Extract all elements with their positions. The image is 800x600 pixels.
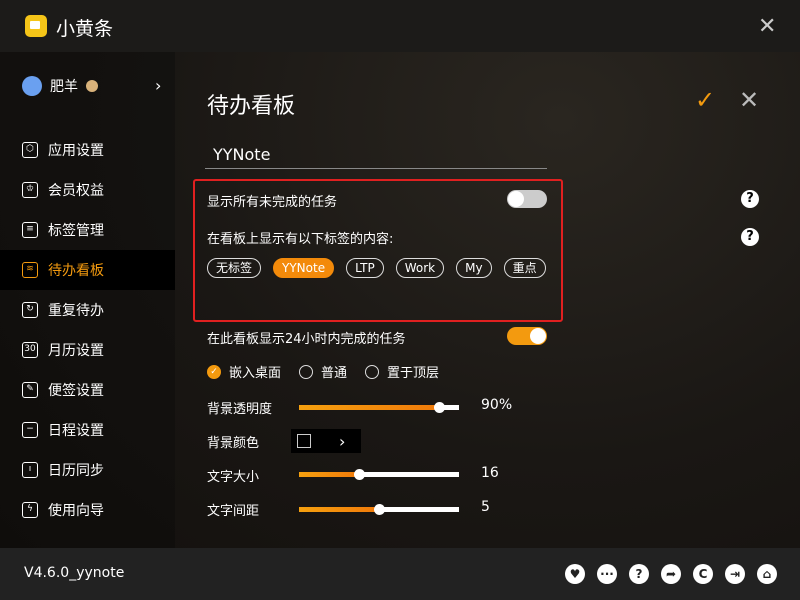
app-logo-icon xyxy=(25,15,47,37)
tag-chip[interactable]: 重点 xyxy=(503,258,546,278)
radio-indicator xyxy=(299,364,314,379)
schedule-icon: − xyxy=(22,422,38,438)
radio-label: 嵌入桌面 xyxy=(229,366,282,381)
mode-radio-0[interactable]: ✓ 嵌入桌面 xyxy=(207,362,281,381)
tag-chip[interactable]: My xyxy=(456,258,492,278)
tag-list: 无标签 YYNote LTP Work My 重点 xyxy=(207,258,547,278)
board-name-input[interactable] xyxy=(205,140,547,169)
hexagon-icon: ⬡ xyxy=(22,142,38,158)
sidebar-item-3[interactable]: ≋ 待办看板 xyxy=(0,250,175,290)
avatar xyxy=(22,76,42,96)
opacity-label: 背景透明度 xyxy=(207,402,273,417)
sidebar-item-label: 月历设置 xyxy=(48,343,104,359)
show-all-label: 显示所有未完成的任务 xyxy=(207,195,338,210)
sidebar: 肥羊 › ⬡ 应用设置 ♔ 会员权益 ≡ 标签管理 ≋ 待办看板 ↻ 重复待办 30 月历设置 ✎ 便签设… xyxy=(0,52,175,548)
sidebar-item-2[interactable]: ≡ 标签管理 xyxy=(0,210,175,250)
version-label: V4.6.0_yynote xyxy=(24,565,125,581)
app-title: 小黄条 xyxy=(56,18,114,40)
spacing-label: 文字间距 xyxy=(207,504,260,519)
guide-icon: ϟ xyxy=(22,502,38,518)
calendar-30-icon: 30 xyxy=(22,342,38,358)
show-24h-label: 在此看板显示24小时内完成的任务 xyxy=(207,332,406,347)
slider-fill[interactable] xyxy=(299,472,359,477)
vip-badge-icon xyxy=(86,80,98,92)
sidebar-item-label: 日历同步 xyxy=(48,463,104,479)
main-panel: 待办看板 ✓ ✕ 显示所有未完成的任务 ? 在看板上显示有以下标签的内容: ? … xyxy=(175,52,800,548)
opacity-slider[interactable] xyxy=(299,402,459,413)
help-icon[interactable]: ? xyxy=(741,190,759,208)
user-name: 肥羊 xyxy=(50,79,78,95)
sidebar-item-label: 使用向导 xyxy=(48,503,104,519)
help-icon[interactable]: ? xyxy=(629,564,649,584)
display-mode-group: ✓ 嵌入桌面 普通 置于顶层 xyxy=(207,362,439,381)
repeat-icon: ↻ xyxy=(22,302,38,318)
bg-color-picker[interactable]: › xyxy=(291,429,361,453)
spacing-value: 5 xyxy=(481,499,490,515)
exit-icon[interactable]: ⇥ xyxy=(725,564,745,584)
refresh-icon[interactable]: C xyxy=(693,564,713,584)
color-swatch xyxy=(297,434,311,448)
slider-thumb[interactable] xyxy=(354,469,365,480)
spacing-slider[interactable] xyxy=(299,504,459,515)
slider-thumb[interactable] xyxy=(374,504,385,515)
sidebar-item-label: 重复待办 xyxy=(48,303,104,319)
bg-color-label: 背景颜色 xyxy=(207,436,260,451)
sidebar-item-7[interactable]: − 日程设置 xyxy=(0,410,175,450)
tag-chip[interactable]: Work xyxy=(395,258,445,278)
radio-indicator xyxy=(365,364,380,379)
show-all-toggle[interactable] xyxy=(507,190,547,208)
close-window-button[interactable]: ✕ xyxy=(758,14,776,39)
mode-radio-1[interactable]: 普通 xyxy=(299,362,347,381)
confirm-check-button[interactable]: ✓ xyxy=(695,86,715,114)
sidebar-item-0[interactable]: ⬡ 应用设置 xyxy=(0,130,175,170)
sidebar-item-label: 日程设置 xyxy=(48,423,104,439)
chevron-right-icon[interactable]: › xyxy=(155,76,161,95)
help-icon[interactable]: ? xyxy=(741,228,759,246)
sidebar-item-4[interactable]: ↻ 重复待办 xyxy=(0,290,175,330)
mode-radio-2[interactable]: 置于顶层 xyxy=(365,362,439,381)
sidebar-item-5[interactable]: 30 月历设置 xyxy=(0,330,175,370)
font-size-slider[interactable] xyxy=(299,469,459,480)
footer-bar: V4.6.0_yynote ♥ ···? ➦ C ⇥ ⌂ xyxy=(0,548,800,600)
tag-list-icon: ≡ xyxy=(22,222,38,238)
calendar-sync-icon: ı xyxy=(22,462,38,478)
radio-indicator: ✓ xyxy=(207,364,221,379)
sidebar-item-6[interactable]: ✎ 便签设置 xyxy=(0,370,175,410)
note-edit-icon: ✎ xyxy=(22,382,38,398)
font-size-value: 16 xyxy=(481,465,499,481)
sidebar-item-8[interactable]: ı 日历同步 xyxy=(0,450,175,490)
home-icon[interactable]: ⌂ xyxy=(757,564,777,584)
radio-label: 置于顶层 xyxy=(387,366,440,381)
heart-icon[interactable]: ♥ xyxy=(565,564,585,584)
show-24h-toggle[interactable] xyxy=(507,327,547,345)
tags-label: 在看板上显示有以下标签的内容: xyxy=(207,232,394,247)
sidebar-nav: ⬡ 应用设置 ♔ 会员权益 ≡ 标签管理 ≋ 待办看板 ↻ 重复待办 30 月历设置 ✎ 便签设置 − 日程设… xyxy=(0,130,175,530)
sidebar-item-label: 标签管理 xyxy=(48,223,104,239)
chevron-right-icon: › xyxy=(339,431,346,451)
tag-chip[interactable]: YYNote xyxy=(273,258,335,278)
user-profile[interactable]: 肥羊 xyxy=(22,76,98,96)
slider-fill[interactable] xyxy=(299,405,439,410)
font-size-label: 文字大小 xyxy=(207,470,260,485)
page-title: 待办看板 xyxy=(207,94,296,119)
sidebar-item-label: 便签设置 xyxy=(48,383,104,399)
cancel-close-button[interactable]: ✕ xyxy=(739,86,759,114)
layers-icon: ≋ xyxy=(22,262,38,278)
share-icon[interactable]: ➦ xyxy=(661,564,681,584)
radio-label: 普通 xyxy=(321,366,348,381)
sidebar-item-label: 会员权益 xyxy=(48,183,104,199)
slider-thumb[interactable] xyxy=(434,402,445,413)
opacity-value: 90% xyxy=(481,397,513,413)
crown-icon: ♔ xyxy=(22,182,38,198)
tag-chip[interactable]: 无标签 xyxy=(207,258,262,278)
sidebar-item-9[interactable]: ϟ 使用向导 xyxy=(0,490,175,530)
chat-icon[interactable]: ··· xyxy=(597,564,617,584)
sidebar-item-1[interactable]: ♔ 会员权益 xyxy=(0,170,175,210)
sidebar-item-label: 应用设置 xyxy=(48,143,104,159)
slider-fill[interactable] xyxy=(299,507,379,512)
tag-chip[interactable]: LTP xyxy=(346,258,384,278)
footer-icons: ♥ ···? ➦ C ⇥ ⌂ xyxy=(565,564,777,584)
title-bar: 小黄条 ✕ xyxy=(0,0,800,52)
sidebar-item-label: 待办看板 xyxy=(48,263,104,279)
